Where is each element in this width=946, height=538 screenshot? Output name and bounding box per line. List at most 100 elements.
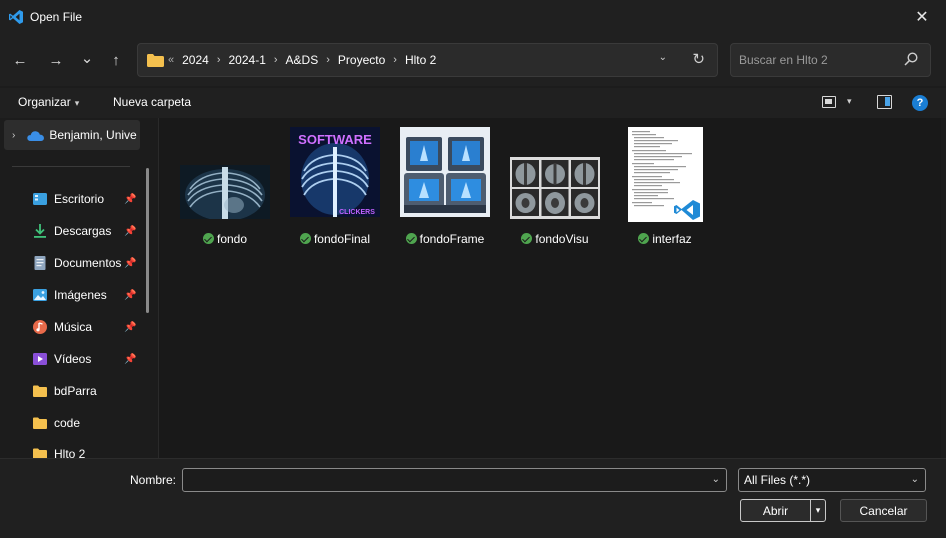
- sidebar-scrollbar[interactable]: [146, 168, 149, 313]
- new-folder-button[interactable]: Nueva carpeta: [113, 95, 191, 109]
- breadcrumb-hlto-2[interactable]: Hlto 2: [405, 53, 436, 67]
- file-name-label: interfaz: [610, 232, 720, 246]
- up-arrow-icon: ↑: [112, 51, 120, 69]
- breadcrumb-2024-1[interactable]: 2024-1: [229, 53, 266, 67]
- dialog-footer: Nombre: ⌄ All Files (*.*) ⌄ Abrir ▾ Canc…: [0, 458, 946, 538]
- folder-icon: [33, 385, 47, 397]
- file-type-value: All Files (*.*): [744, 473, 811, 487]
- navigation-pane: › Benjamin, Unive Escritorio 📌 Descargas…: [0, 118, 158, 458]
- folder-icon: [33, 417, 47, 429]
- sidebar-item-label: Imágenes: [54, 288, 107, 302]
- search-icon[interactable]: [904, 52, 918, 66]
- file-item-interfaz[interactable]: interfaz: [610, 126, 720, 246]
- back-arrow-icon: ←: [12, 51, 28, 69]
- chevron-down-icon[interactable]: ⌄: [911, 474, 919, 485]
- title-bar: Open File ✕: [0, 0, 946, 34]
- sidebar-item-label: Descargas: [54, 224, 112, 238]
- sidebar-item-onedrive[interactable]: › Benjamin, Unive: [4, 120, 140, 150]
- music-icon: [33, 320, 47, 334]
- organize-button[interactable]: Organizar ▾: [18, 95, 79, 109]
- caret-down-icon: ▾: [74, 98, 80, 108]
- file-item-fondo[interactable]: fondo: [170, 126, 280, 246]
- search-box[interactable]: [730, 43, 931, 77]
- file-type-select[interactable]: All Files (*.*) ⌄: [738, 468, 926, 492]
- open-options-caret-icon[interactable]: ▾: [810, 500, 825, 521]
- sidebar-item-label: Música: [54, 320, 93, 334]
- pin-icon[interactable]: 📌: [124, 226, 136, 238]
- pin-icon[interactable]: 📌: [124, 290, 136, 302]
- sidebar-item-imagenes[interactable]: Imágenes: [32, 283, 107, 307]
- sidebar-item-label: bdParra: [54, 384, 97, 398]
- window-title: Open File: [30, 10, 83, 24]
- file-name-label: fondoVisu: [500, 232, 610, 246]
- vscode-app-icon: [9, 10, 23, 24]
- sync-check-icon: [521, 233, 533, 244]
- file-name-label: fondoFrame: [390, 232, 500, 246]
- file-item-fondoframe[interactable]: fondoFrame: [390, 126, 500, 246]
- sidebar-item-descargas[interactable]: Descargas: [32, 219, 111, 243]
- forward-button[interactable]: →: [44, 48, 68, 72]
- breadcrumb-2024[interactable]: 2024: [182, 53, 209, 67]
- breadcrumb-ads[interactable]: A&DS: [286, 53, 319, 67]
- breadcrumb-separator-icon[interactable]: ›: [326, 54, 330, 66]
- sidebar-item-documentos[interactable]: Documentos: [32, 251, 121, 275]
- breadcrumb-separator-icon[interactable]: ›: [393, 54, 397, 66]
- pin-icon[interactable]: 📌: [124, 354, 136, 366]
- software-clickers-thumbnail: SOFTWARE CLICKERS: [290, 127, 380, 217]
- sidebar-item-label: code: [54, 416, 81, 430]
- xray-chest-thumbnail: [180, 165, 270, 219]
- address-dropdown-icon[interactable]: ⌄: [659, 52, 667, 63]
- help-icon[interactable]: ?: [912, 95, 928, 111]
- code-document-thumbnail: [627, 127, 703, 222]
- sidebar-item-escritorio[interactable]: Escritorio: [32, 187, 104, 211]
- search-input[interactable]: [731, 44, 901, 76]
- file-item-fondofinal[interactable]: SOFTWARE CLICKERS fondoFinal: [280, 126, 390, 246]
- sidebar-divider: [12, 166, 130, 167]
- pin-icon[interactable]: 📌: [124, 322, 136, 334]
- refresh-icon[interactable]: ↻: [692, 50, 705, 68]
- file-item-fondovisu[interactable]: fondoVisu: [500, 126, 610, 246]
- file-name-label: fondoFinal: [280, 232, 390, 246]
- pin-icon[interactable]: 📌: [124, 258, 136, 270]
- command-toolbar: Organizar ▾ Nueva carpeta ▾ ?: [0, 88, 946, 118]
- sidebar-item-musica[interactable]: Música: [32, 315, 92, 339]
- open-button[interactable]: Abrir ▾: [740, 499, 826, 522]
- sidebar-item-bdparra[interactable]: bdParra: [32, 379, 97, 403]
- chevron-down-icon: ⌄: [80, 50, 94, 67]
- cancel-button-label: Cancelar: [859, 503, 908, 518]
- folder-icon: [33, 448, 47, 458]
- change-view-icon[interactable]: [822, 96, 836, 108]
- file-name-input[interactable]: [183, 469, 703, 491]
- file-name-combobox[interactable]: ⌄: [182, 468, 727, 492]
- breadcrumb-separator-icon[interactable]: ›: [274, 54, 278, 66]
- back-button[interactable]: ←: [8, 48, 32, 72]
- sidebar-item-label: Hlto 2: [54, 447, 86, 458]
- sidebar-item-hlto-2[interactable]: Hlto 2: [32, 442, 85, 458]
- sidebar-item-label: Benjamin, Unive: [49, 128, 137, 142]
- recent-locations-button[interactable]: ⌄: [75, 46, 99, 70]
- sidebar-item-code[interactable]: code: [32, 411, 80, 435]
- content-scrollbar[interactable]: [941, 118, 946, 458]
- new-folder-label: Nueva carpeta: [113, 95, 192, 109]
- desktop-icon: [33, 193, 47, 205]
- breadcrumb-proyecto[interactable]: Proyecto: [338, 53, 385, 67]
- address-overflow-icon[interactable]: «: [168, 54, 174, 66]
- open-button-label: Abrir: [762, 503, 789, 518]
- close-button[interactable]: ✕: [902, 4, 942, 30]
- help-label: ?: [916, 97, 924, 109]
- sync-check-icon: [638, 233, 650, 244]
- pin-icon[interactable]: 📌: [124, 194, 136, 206]
- view-options-caret-icon[interactable]: ▾: [847, 96, 852, 107]
- address-bar[interactable]: « 2024 › 2024-1 › A&DS › Proyecto › Hlto…: [137, 43, 718, 77]
- breadcrumb-separator-icon[interactable]: ›: [217, 54, 221, 66]
- navigation-bar: ← → ⌄ ↑ « 2024 › 2024-1 › A&DS › Proyect…: [0, 34, 946, 86]
- sidebar-item-label: Vídeos: [54, 352, 92, 366]
- organize-label: Organizar: [18, 95, 71, 109]
- folder-icon: [147, 53, 164, 67]
- expand-chevron-icon[interactable]: ›: [12, 130, 15, 141]
- chevron-down-icon[interactable]: ⌄: [712, 474, 720, 485]
- cancel-button[interactable]: Cancelar: [840, 499, 927, 522]
- sidebar-item-videos[interactable]: Vídeos: [32, 347, 91, 371]
- up-button[interactable]: ↑: [104, 48, 128, 72]
- preview-pane-icon[interactable]: [877, 95, 892, 109]
